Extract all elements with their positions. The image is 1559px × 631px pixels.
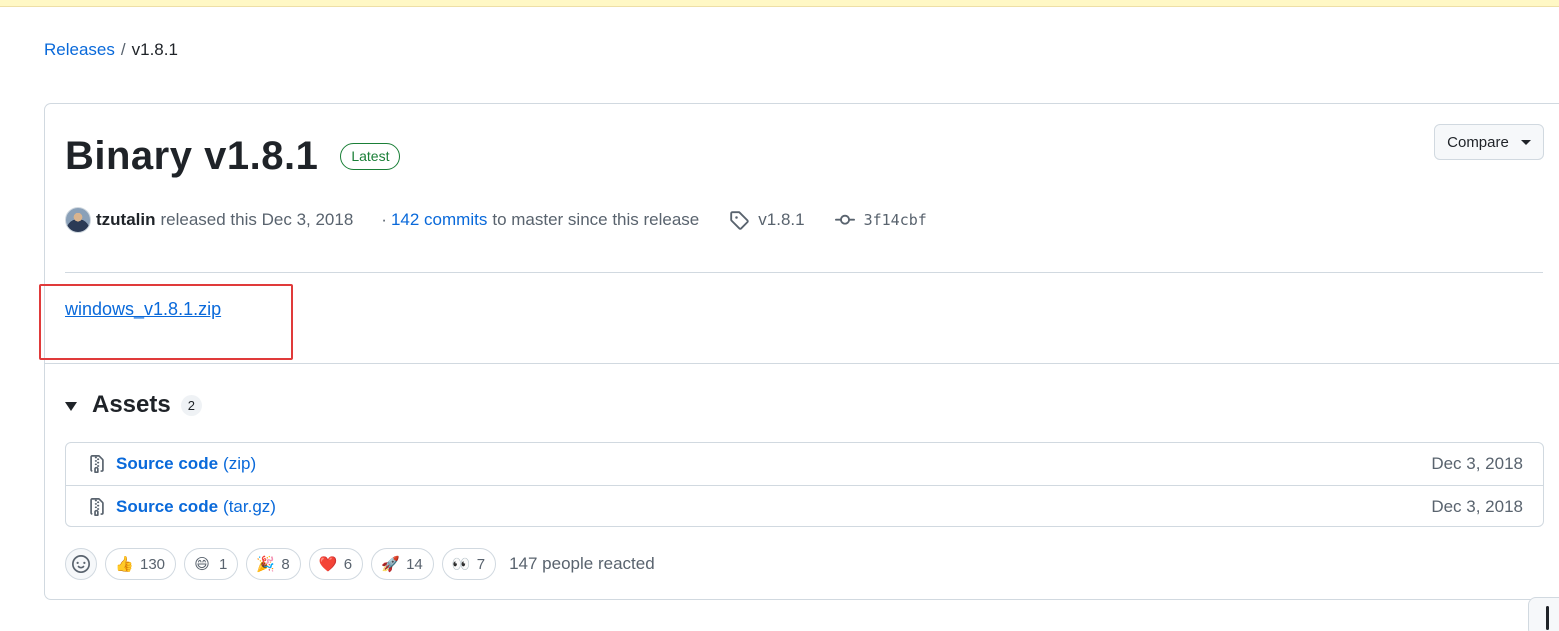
asset-row-targz: Source code (tar.gz) Dec 3, 2018	[66, 485, 1543, 527]
release-card: Binary v1.8.1 Latest Compare tzutalin re…	[39, 103, 1559, 600]
compare-button[interactable]: Compare	[1434, 124, 1544, 160]
top-notice-banner	[0, 0, 1559, 7]
released-date-text: released this Dec 3, 2018	[160, 210, 354, 229]
avatar[interactable]	[65, 207, 91, 233]
reaction-count: 8	[281, 555, 290, 573]
latest-badge: Latest	[340, 143, 401, 170]
hooray-icon: 🎉	[256, 556, 276, 573]
release-title[interactable]: Binary v1.8.1	[65, 134, 318, 179]
file-zip-icon	[88, 454, 106, 474]
chevron-down-icon	[1520, 139, 1531, 145]
add-reaction-button[interactable]	[65, 548, 97, 580]
reactions-summary[interactable]: 147 people reacted	[509, 554, 655, 574]
eyes-icon: 👀	[451, 556, 471, 573]
reactions-bar: 👍 130 😄 1 🎉 8 ❤️ 6 🚀 14 👀 7 147 people r…	[65, 548, 655, 580]
smiley-icon	[72, 555, 90, 573]
reaction-heart[interactable]: ❤️ 6	[308, 548, 364, 580]
assets-title: Assets	[92, 391, 171, 418]
reaction-count: 1	[219, 555, 228, 573]
reaction-count: 130	[140, 555, 166, 573]
reaction-rocket[interactable]: 🚀 14	[371, 548, 434, 580]
thumbs-up-icon: 👍	[115, 556, 134, 573]
tag-link[interactable]: v1.8.1	[758, 210, 804, 230]
breadcrumb-separator: /	[120, 40, 126, 59]
commit-sha-link[interactable]: 3f14cbf	[864, 211, 927, 229]
release-header: Binary v1.8.1 Latest	[65, 134, 401, 179]
release-meta: tzutalin released this Dec 3, 2018 · 142…	[65, 207, 927, 233]
assets-header[interactable]: Assets 2	[65, 391, 202, 419]
reaction-thumbs-up[interactable]: 👍 130	[105, 548, 177, 580]
scroll-handle[interactable]	[1528, 597, 1559, 631]
asset-date: Dec 3, 2018	[1431, 496, 1523, 516]
author-link[interactable]: tzutalin	[96, 210, 156, 230]
reaction-eyes[interactable]: 👀 7	[441, 548, 497, 580]
asset-name-link[interactable]: Source code	[116, 497, 218, 517]
heart-icon: ❤️	[318, 556, 338, 573]
triangle-down-icon[interactable]	[65, 401, 77, 411]
commits-separator: ·	[381, 210, 387, 229]
git-commit-icon	[834, 210, 855, 230]
breadcrumb: Releases / v1.8.1	[44, 40, 178, 60]
rocket-icon: 🚀	[381, 556, 400, 573]
assets-list: Source code (zip) Dec 3, 2018 Source cod…	[65, 442, 1544, 527]
divider	[65, 272, 1543, 273]
highlight-annotation-box	[39, 284, 293, 360]
asset-ext-link[interactable]: (zip)	[223, 454, 256, 474]
compare-button-label: Compare	[1447, 133, 1509, 151]
asset-date: Dec 3, 2018	[1431, 454, 1523, 473]
asset-row-zip: Source code (zip) Dec 3, 2018	[66, 443, 1543, 485]
file-zip-icon	[88, 497, 106, 517]
laugh-icon: 😄	[194, 556, 210, 573]
reaction-count: 7	[476, 555, 486, 573]
commits-link[interactable]: 142 commits	[391, 210, 487, 230]
reaction-count: 14	[406, 555, 423, 573]
tag-icon	[729, 210, 749, 230]
reaction-hooray[interactable]: 🎉 8	[246, 548, 301, 580]
divider	[45, 363, 1559, 364]
reaction-laugh[interactable]: 😄 1	[184, 548, 239, 580]
breadcrumb-current: v1.8.1	[131, 40, 178, 59]
asset-name-link[interactable]: Source code	[116, 454, 218, 474]
asset-ext-link[interactable]: (tar.gz)	[223, 497, 276, 517]
commits-description: to master since this release	[492, 210, 700, 229]
breadcrumb-releases-link[interactable]: Releases	[44, 40, 115, 60]
assets-count-badge: 2	[180, 394, 202, 416]
reaction-count: 6	[343, 555, 353, 573]
